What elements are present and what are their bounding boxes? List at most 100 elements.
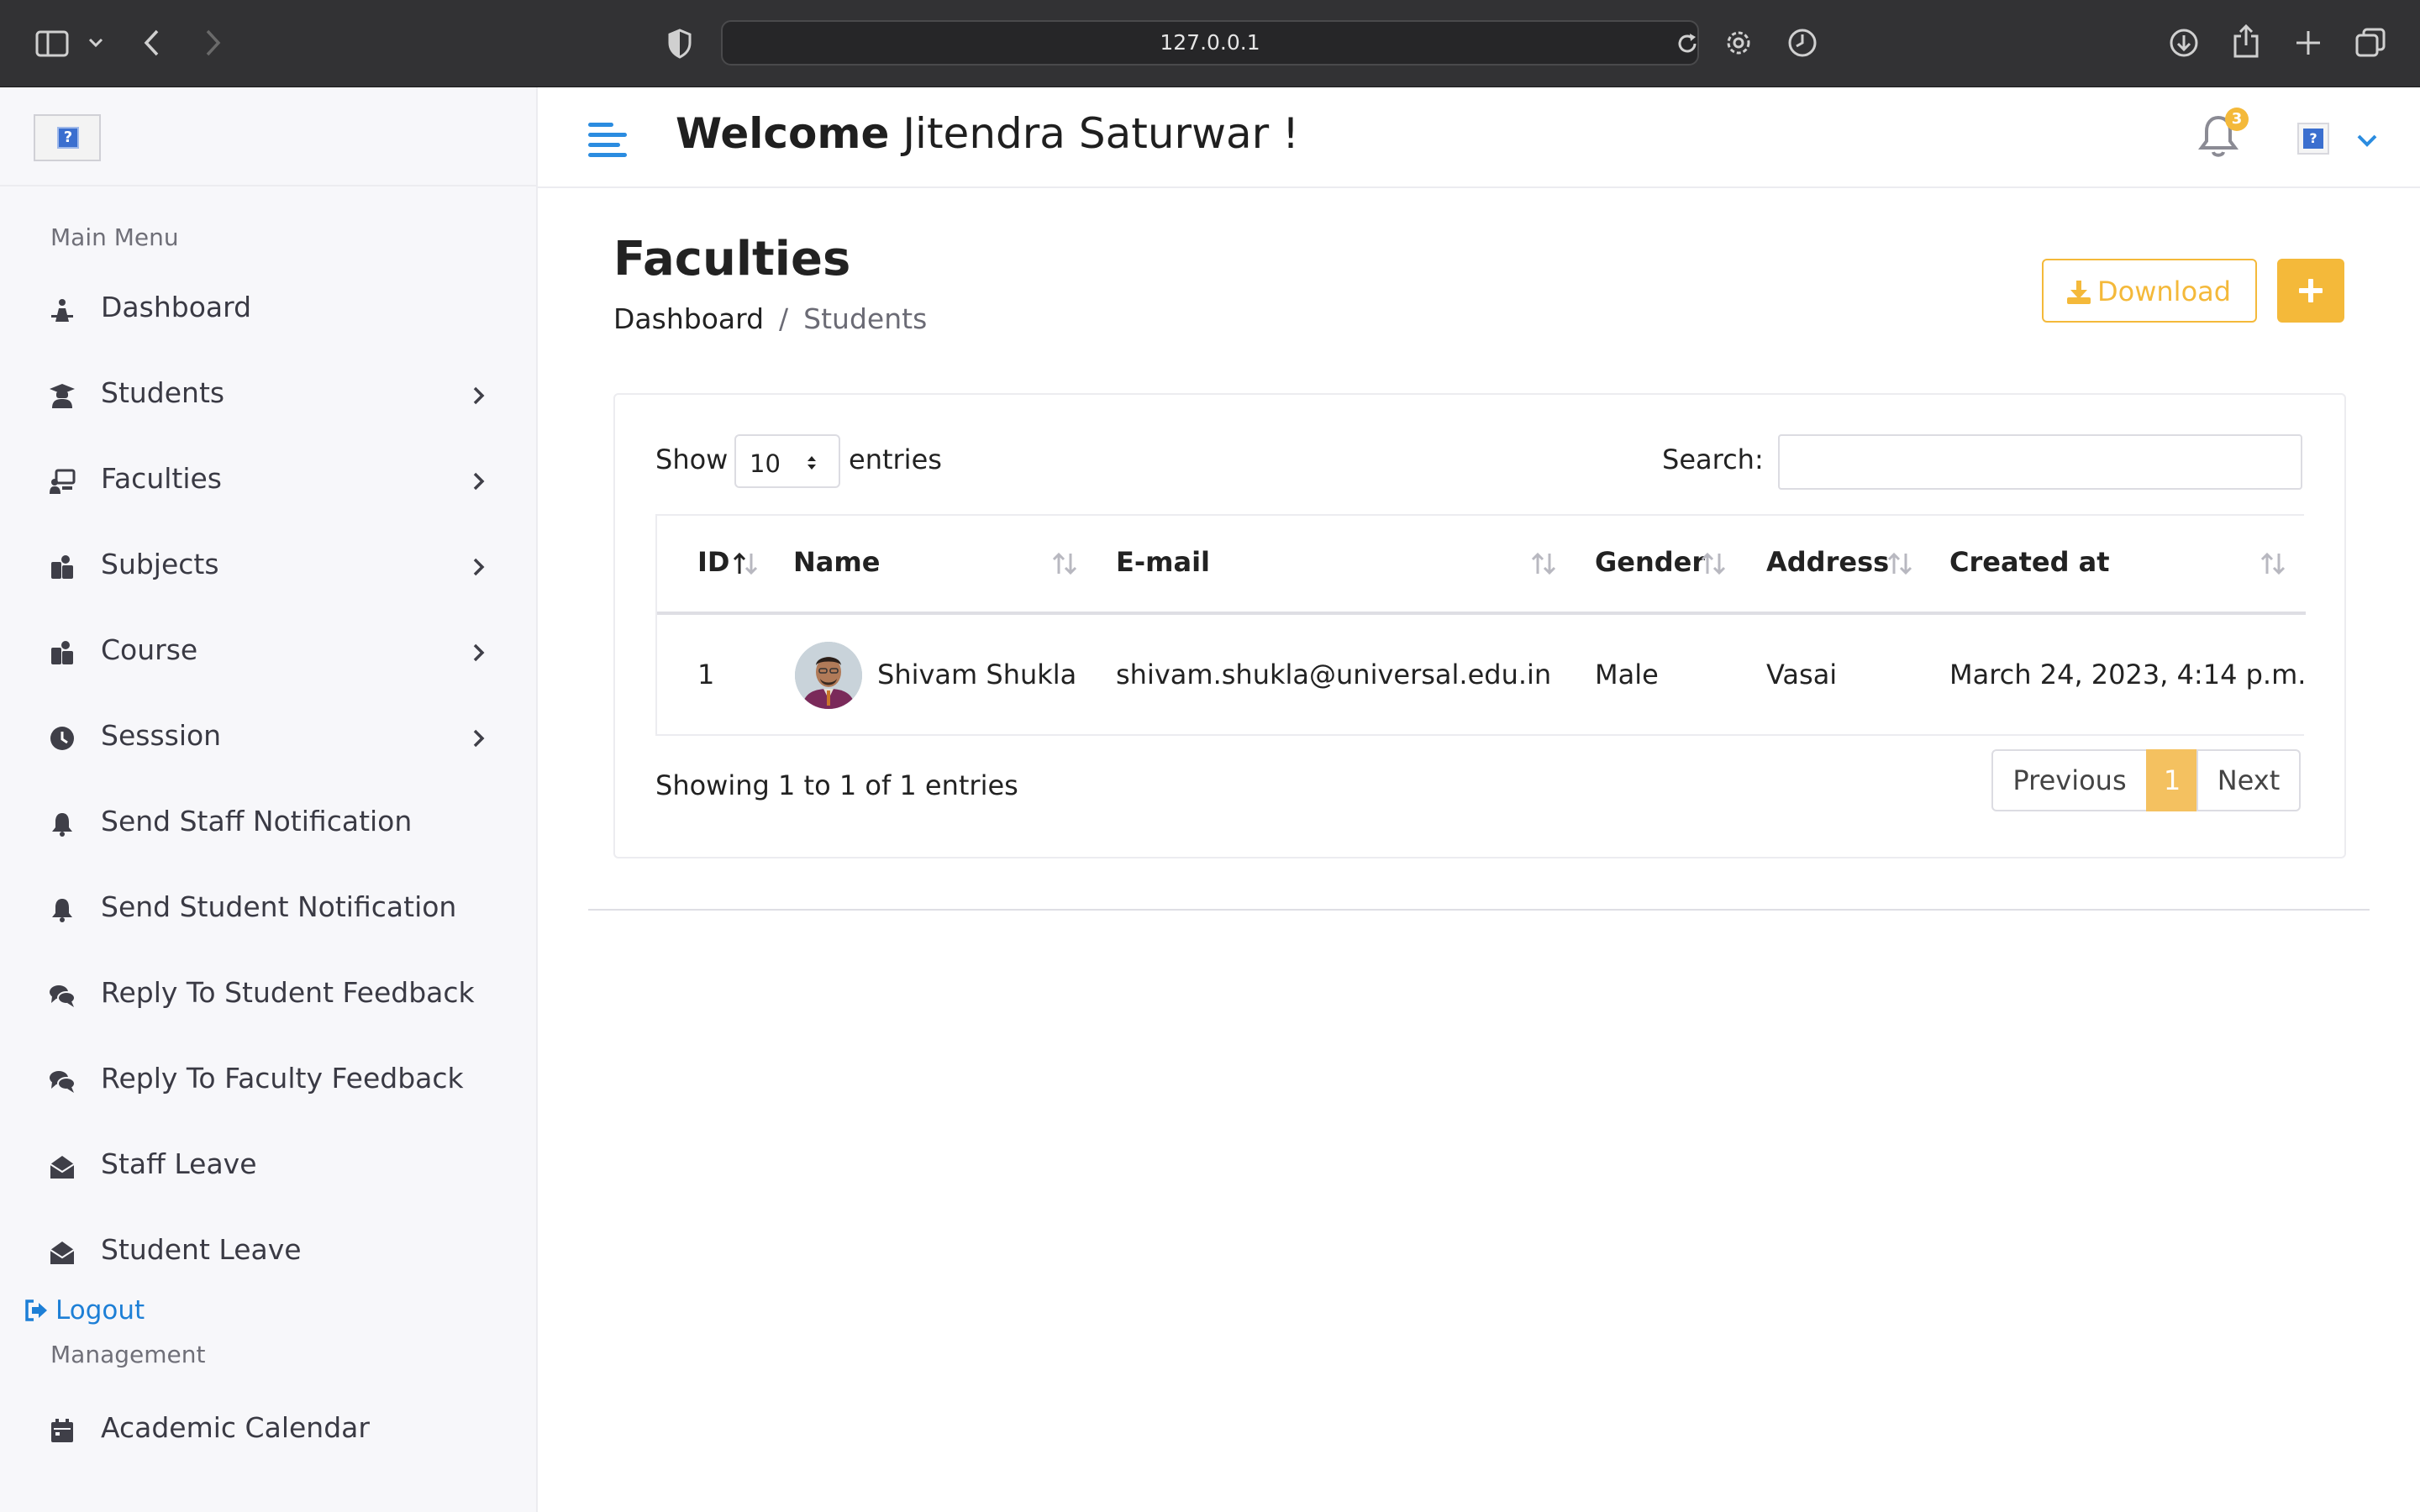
sort-icon[interactable] [1529, 551, 1558, 576]
clock-icon [50, 727, 74, 750]
sidebar-item-label: Reply To Student Feedback [101, 976, 475, 1009]
main-menu-title: Main Menu [50, 223, 179, 251]
calendar-icon [51, 1419, 73, 1442]
cell-email: shivam.shukla@universal.edu.in [1116, 659, 1552, 690]
breadcrumb-current: Students [803, 302, 928, 335]
pagination-next-button[interactable]: Next [2196, 749, 2301, 811]
cell-name: Shivam Shukla [877, 659, 1077, 690]
sidebar-item-subjects[interactable]: Subjects [0, 529, 534, 605]
broken-image-icon: ? [57, 127, 79, 149]
sidebar-item-dashboard[interactable]: Dashboard [0, 272, 534, 348]
teacher-icon [50, 469, 76, 494]
forward-icon[interactable] [203, 29, 222, 57]
column-header-address[interactable]: Address [1766, 546, 1889, 578]
download-button[interactable]: Download [2042, 259, 2257, 323]
cell-gender: Male [1595, 659, 1659, 690]
sidebar-item-label: Academic Calendar [101, 1411, 370, 1444]
sidebar-item-session[interactable]: Sesssion [0, 701, 534, 776]
show-label: Show [655, 444, 729, 475]
sidebar-item-send-student-notification[interactable]: Send Student Notification [0, 872, 534, 948]
sidebar-item-staff-leave[interactable]: Staff Leave [0, 1129, 534, 1205]
top-bar: Welcome Jitendra Saturwar ! 3 ? [538, 87, 2420, 188]
tabs-icon[interactable] [2354, 27, 2386, 59]
breadcrumb: Dashboard / Students [613, 302, 927, 335]
add-button[interactable] [2277, 259, 2344, 323]
breadcrumb-home-link[interactable]: Dashboard [613, 302, 764, 335]
sort-icon[interactable] [1699, 551, 1728, 576]
sidebar-logo-row: ? [0, 87, 536, 186]
cell-id: 1 [697, 659, 715, 690]
users-icon [51, 555, 73, 579]
share-icon[interactable] [2232, 24, 2260, 59]
download-icon [2067, 281, 2091, 304]
select-arrows-icon [808, 456, 816, 470]
page-title: Faculties [613, 232, 851, 286]
sidebar-icon[interactable] [35, 30, 69, 57]
content-divider [588, 909, 2370, 911]
new-tab-icon[interactable] [2294, 29, 2323, 57]
sidebar-item-label: Send Staff Notification [101, 805, 413, 837]
pagination-previous-button[interactable]: Previous [1991, 749, 2148, 811]
sidebar-item-reply-student-feedback[interactable]: Reply To Student Feedback [0, 958, 534, 1033]
welcome-name: Jitendra Saturwar ! [889, 109, 1300, 158]
user-avatar[interactable]: ? [2297, 123, 2329, 155]
sort-icon[interactable] [1886, 551, 1914, 576]
sidebar-item-reply-faculty-feedback[interactable]: Reply To Faculty Feedback [0, 1043, 534, 1119]
column-header-email[interactable]: E-mail [1116, 546, 1210, 578]
comments-icon [50, 1071, 76, 1093]
sidebar-item-label: Sesssion [101, 719, 222, 752]
dashboard-icon [51, 299, 73, 322]
sidebar-item-label: Subjects [101, 548, 219, 580]
sidebar-item-faculties[interactable]: Faculties [0, 444, 534, 519]
url-text: 127.0.0.1 [1160, 30, 1260, 55]
users-icon [51, 641, 73, 664]
download-icon[interactable] [2168, 27, 2200, 59]
sort-icon[interactable] [2259, 551, 2287, 576]
table-info: Showing 1 to 1 of 1 entries [655, 769, 1018, 801]
column-header-id[interactable]: ID [697, 546, 729, 578]
back-icon[interactable] [143, 29, 161, 57]
pagination-page-button[interactable]: 1 [2146, 749, 2198, 811]
welcome-message: Welcome Jitendra Saturwar ! [676, 109, 1299, 158]
shield-icon[interactable] [667, 29, 692, 59]
sidebar-item-label: Send Student Notification [101, 890, 457, 923]
history-icon[interactable] [1786, 27, 1818, 59]
faculty-avatar [795, 642, 862, 709]
column-header-gender[interactable]: Gender [1595, 546, 1705, 578]
sidebar-item-label: Students [101, 376, 225, 409]
entries-label: entries [849, 444, 942, 475]
sidebar-item-student-leave[interactable]: Student Leave [0, 1215, 534, 1290]
table-header-divider [657, 612, 2306, 615]
search-input[interactable] [1778, 434, 2302, 490]
sidebar-item-academic-calendar[interactable]: Academic Calendar [0, 1393, 534, 1468]
sort-icon[interactable] [1050, 551, 1079, 576]
sidebar-item-send-staff-notification[interactable]: Send Staff Notification [0, 786, 534, 862]
envelope-open-icon [50, 1156, 75, 1179]
address-bar[interactable]: 127.0.0.1 [721, 20, 1699, 66]
sidebar-item-label: Faculties [101, 462, 223, 495]
sidebar-item-students[interactable]: Students [0, 358, 534, 433]
chevron-down-icon[interactable] [87, 37, 104, 49]
gear-icon[interactable] [1723, 27, 1754, 59]
broken-image-icon: ? [2303, 129, 2323, 149]
sidebar: ? Main Menu Dashboard Students Faculties [0, 87, 538, 1512]
chevron-down-icon[interactable] [2354, 129, 2380, 151]
logout-label: Logout [55, 1295, 145, 1326]
reload-icon[interactable] [1676, 32, 1699, 55]
column-header-name[interactable]: Name [793, 546, 880, 578]
management-title: Management [50, 1341, 206, 1368]
chevron-right-icon [473, 472, 485, 491]
sign-out-icon [25, 1299, 47, 1321]
sort-asc-icon[interactable] [731, 551, 760, 576]
column-header-created-at[interactable]: Created at [1949, 546, 2110, 578]
bell-icon [52, 813, 72, 837]
sidebar-item-course[interactable]: Course [0, 615, 534, 690]
page-size-select[interactable]: 10 [734, 434, 840, 488]
page-size-value: 10 [750, 449, 781, 478]
logo[interactable]: ? [34, 114, 101, 161]
sidebar-item-label: Course [101, 633, 198, 666]
person-photo [795, 642, 862, 709]
notification-badge: 3 [2225, 108, 2249, 131]
bell-icon [52, 899, 72, 922]
menu-toggle-icon[interactable] [587, 119, 629, 160]
